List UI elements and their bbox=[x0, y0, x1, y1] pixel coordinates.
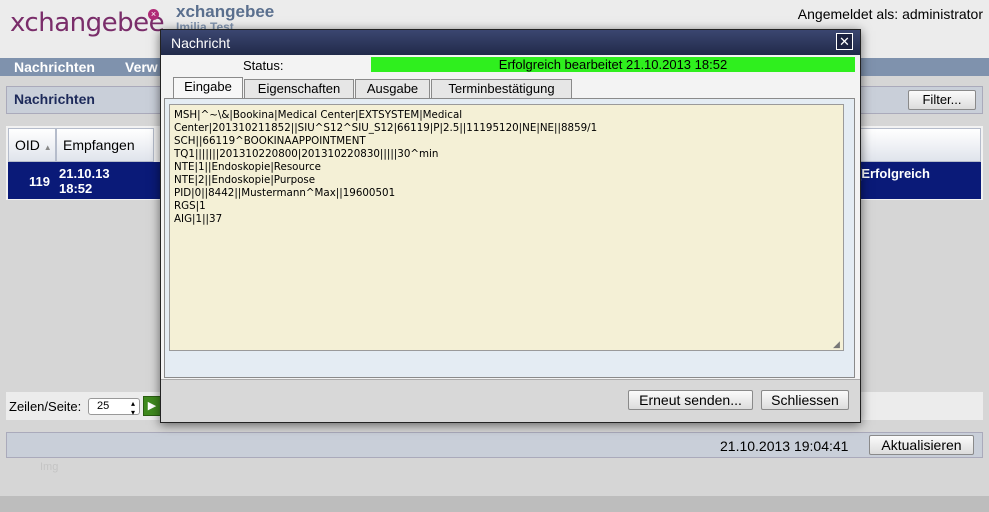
row-status: [Erfolgreich bbox=[857, 166, 930, 181]
app-name: xchangebee bbox=[176, 2, 275, 21]
tab-ausgabe[interactable]: Ausgabe bbox=[355, 79, 430, 98]
refresh-button[interactable]: Aktualisieren bbox=[869, 435, 974, 455]
column-header-empfangen[interactable]: Empfangen bbox=[56, 128, 154, 162]
logo-mark-icon: × bbox=[148, 9, 159, 20]
dialog-button-bar bbox=[161, 379, 860, 422]
row-received-time: 18:52 bbox=[59, 181, 93, 196]
bottom-strip bbox=[0, 496, 989, 512]
status-label: Status: bbox=[243, 58, 284, 73]
column-header-label: Empfangen bbox=[63, 137, 135, 153]
rows-per-page-value: 25 bbox=[97, 400, 110, 412]
spinner-arrows-icon: ▴ ▾ bbox=[130, 399, 135, 417]
filter-button[interactable]: Filter... bbox=[908, 90, 976, 110]
close-icon[interactable]: ✕ bbox=[836, 33, 853, 50]
faded-footer-text: Img bbox=[40, 461, 59, 473]
tab-eigenschaften[interactable]: Eigenschaften bbox=[244, 79, 354, 98]
close-button[interactable]: Schliessen bbox=[761, 390, 849, 410]
row-received-date: 21.10.13 bbox=[59, 166, 110, 181]
rows-per-page-label: Zeilen/Seite: bbox=[9, 399, 82, 414]
dialog-title-bar[interactable] bbox=[161, 30, 860, 55]
tab-eingabe[interactable]: Eingabe bbox=[173, 77, 243, 98]
message-textarea[interactable]: MSH|^~\&|Bookina|Medical Center|EXTSYSTE… bbox=[169, 104, 844, 351]
page-title: Nachrichten bbox=[14, 91, 95, 107]
status-badge: Erfolgreich bearbeitet 21.10.2013 18:52 bbox=[371, 57, 855, 72]
nav-item-verwaltung[interactable]: Verw bbox=[125, 59, 158, 75]
resend-button[interactable]: Erneut senden... bbox=[628, 390, 753, 410]
next-page-button[interactable]: ▶ bbox=[143, 396, 161, 416]
row-oid: 119 bbox=[29, 174, 50, 189]
app-logo: xchangebee bbox=[10, 8, 165, 38]
column-header-oid[interactable]: OID ▲ bbox=[8, 128, 56, 162]
nav-item-nachrichten[interactable]: Nachrichten bbox=[14, 59, 95, 75]
resize-grip-icon[interactable]: ◢ bbox=[833, 339, 840, 350]
column-header-label: OID bbox=[15, 137, 40, 153]
dialog-title: Nachricht bbox=[171, 35, 231, 51]
column-header-status[interactable] bbox=[855, 128, 981, 162]
last-updated-timestamp: 21.10.2013 19:04:41 bbox=[720, 438, 849, 454]
login-status: Angemeldet als: administrator bbox=[797, 6, 983, 22]
tab-terminbestaetigung[interactable]: Terminbestätigung bbox=[431, 79, 572, 98]
sort-ascending-icon: ▲ bbox=[43, 143, 52, 152]
rows-per-page-select[interactable]: 25 ▴ ▾ bbox=[88, 398, 140, 417]
